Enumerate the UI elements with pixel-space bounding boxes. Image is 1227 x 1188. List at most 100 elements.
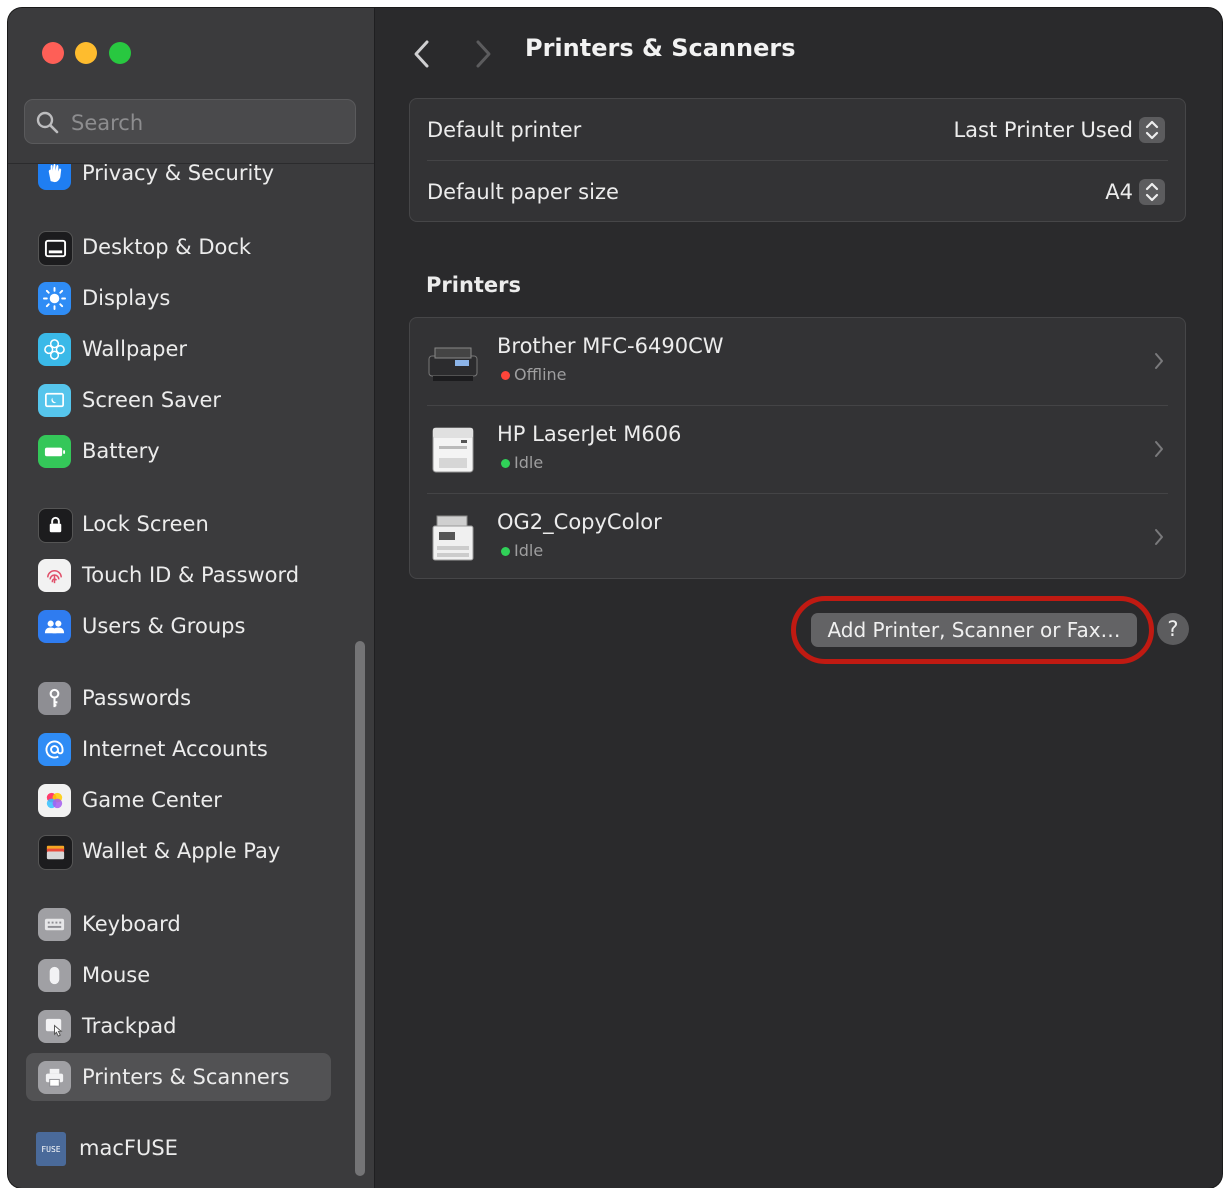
sidebar-item-label: Users & Groups: [82, 614, 246, 638]
sidebar-item-screen-saver[interactable]: Screen Saver: [26, 376, 331, 424]
at-icon: [38, 733, 71, 766]
sidebar-item-label: Game Center: [82, 788, 222, 812]
default-paper-size-value[interactable]: A4: [1105, 161, 1133, 223]
sidebar-item-desktop-dock[interactable]: Desktop & Dock: [26, 223, 331, 271]
sidebar-item-passwords[interactable]: Passwords: [26, 674, 331, 722]
sidebar-item-label: Mouse: [82, 963, 151, 987]
page-title: Printers & Scanners: [525, 34, 796, 62]
inkjet-printer-icon: [428, 347, 478, 381]
printer-row-hp[interactable]: HP LaserJet M606 Idle: [410, 406, 1185, 494]
up-down-chevron-icon: [1145, 120, 1159, 140]
default-printer-row: Default printer Last Printer Used: [410, 99, 1185, 161]
main-content: Printers & Scanners Default printer Last…: [375, 8, 1222, 1188]
sidebar-item-label: Lock Screen: [82, 512, 209, 536]
sidebar-item-wallet-apple-pay[interactable]: Wallet & Apple Pay: [26, 827, 331, 875]
printer-name: HP LaserJet M606: [497, 422, 682, 446]
sidebar-item-wallpaper[interactable]: Wallpaper: [26, 325, 331, 373]
hand-icon: [38, 164, 71, 190]
printer-status-text: Idle: [514, 541, 544, 560]
printer-row-brother[interactable]: Brother MFC-6490CW Offline: [410, 318, 1185, 406]
zoom-window-button[interactable]: [109, 42, 131, 64]
printers-section-title: Printers: [426, 273, 522, 297]
sidebar-item-printers-scanners[interactable]: Printers & Scanners: [26, 1053, 331, 1101]
sidebar-item-lock-screen[interactable]: Lock Screen: [26, 500, 331, 548]
minimize-window-button[interactable]: [75, 42, 97, 64]
status-dot-idle: [501, 459, 510, 468]
chevron-right-icon: [1155, 353, 1163, 369]
sun-icon: [38, 282, 71, 315]
sidebar-item-keyboard[interactable]: Keyboard: [26, 900, 331, 948]
default-paper-size-popup[interactable]: [1139, 179, 1165, 205]
back-icon[interactable]: [411, 36, 433, 72]
trackpad-icon: [38, 1010, 71, 1043]
game-center-icon: [38, 784, 71, 817]
default-paper-size-row: Default paper size A4: [410, 161, 1185, 223]
sidebar-scrollbar[interactable]: [355, 641, 365, 1176]
sidebar-item-label: Passwords: [82, 686, 192, 710]
fingerprint-icon: [38, 559, 71, 592]
sidebar-item-battery[interactable]: Battery: [26, 427, 331, 475]
default-printer-label: Default printer: [427, 118, 582, 142]
sidebar-item-label: Wallpaper: [82, 337, 188, 361]
default-paper-size-label: Default paper size: [427, 180, 619, 204]
sidebar-item-mouse[interactable]: Mouse: [26, 951, 331, 999]
mouse-icon: [38, 959, 71, 992]
sidebar-item-label: Displays: [82, 286, 171, 310]
sidebar-item-label: Battery: [82, 439, 160, 463]
sidebar-item-touch-id-password[interactable]: Touch ID & Password: [26, 551, 331, 599]
laser-printer-icon: [432, 427, 474, 473]
sidebar-list: Privacy & Security Desktop & Dock Displa…: [8, 163, 374, 1188]
macfuse-icon-text: FUSE: [41, 1144, 61, 1154]
printer-status-text: Idle: [514, 453, 544, 472]
copier-icon: [432, 515, 474, 561]
search-input[interactable]: [69, 100, 343, 145]
sidebar-item-label: macFUSE: [79, 1136, 178, 1160]
chevron-right-icon: [1155, 529, 1163, 545]
keyboard-icon: [38, 908, 71, 941]
sidebar-item-label: Touch ID & Password: [82, 563, 300, 587]
sidebar-item-label: Privacy & Security: [82, 163, 274, 185]
sidebar-item-game-center[interactable]: Game Center: [26, 776, 331, 824]
screen-saver-icon: [38, 384, 71, 417]
sidebar-item-label: Trackpad: [82, 1014, 177, 1038]
sidebar-item-label: Screen Saver: [82, 388, 222, 412]
sidebar-item-label: Keyboard: [82, 912, 181, 936]
sidebar-item-label: Wallet & Apple Pay: [82, 839, 281, 863]
printer-status: Idle: [501, 541, 544, 560]
sidebar: Privacy & Security Desktop & Dock Displa…: [8, 8, 375, 1188]
printer-status-text: Offline: [514, 365, 567, 384]
printer-name: Brother MFC-6490CW: [497, 334, 724, 358]
forward-icon[interactable]: [472, 36, 494, 72]
dock-icon: [38, 231, 73, 266]
default-printer-value[interactable]: Last Printer Used: [953, 99, 1133, 161]
lock-icon: [38, 508, 73, 543]
printer-name: OG2_CopyColor: [497, 510, 662, 534]
battery-icon: [38, 435, 71, 468]
status-dot-idle: [501, 547, 510, 556]
sidebar-item-trackpad[interactable]: Trackpad: [26, 1002, 331, 1050]
help-button[interactable]: ?: [1157, 613, 1189, 645]
sidebar-item-macfuse[interactable]: FUSE macFUSE: [26, 1124, 331, 1172]
sidebar-item-label: Internet Accounts: [82, 737, 268, 761]
close-window-button[interactable]: [42, 42, 64, 64]
sidebar-item-internet-accounts[interactable]: Internet Accounts: [26, 725, 331, 773]
search-icon: [36, 111, 59, 134]
wallet-icon: [38, 835, 73, 870]
printer-status: Offline: [501, 365, 567, 384]
search-field[interactable]: [24, 99, 356, 145]
sidebar-item-label: Printers & Scanners: [82, 1065, 290, 1089]
default-printer-popup[interactable]: [1139, 117, 1165, 143]
status-dot-offline: [501, 371, 510, 380]
key-icon: [38, 682, 71, 715]
printer-status: Idle: [501, 453, 544, 472]
up-down-chevron-icon: [1145, 182, 1159, 202]
sidebar-item-displays[interactable]: Displays: [26, 274, 331, 322]
settings-window: Privacy & Security Desktop & Dock Displa…: [8, 8, 1222, 1188]
sidebar-item-users-groups[interactable]: Users & Groups: [26, 602, 331, 650]
sidebar-item-privacy-security[interactable]: Privacy & Security: [26, 163, 331, 197]
printer-row-og2-copycolor[interactable]: OG2_CopyColor Idle: [410, 494, 1185, 582]
macfuse-icon: FUSE: [36, 1132, 66, 1166]
chevron-right-icon: [1155, 441, 1163, 457]
flower-icon: [38, 333, 71, 366]
printer-icon: [38, 1061, 71, 1094]
